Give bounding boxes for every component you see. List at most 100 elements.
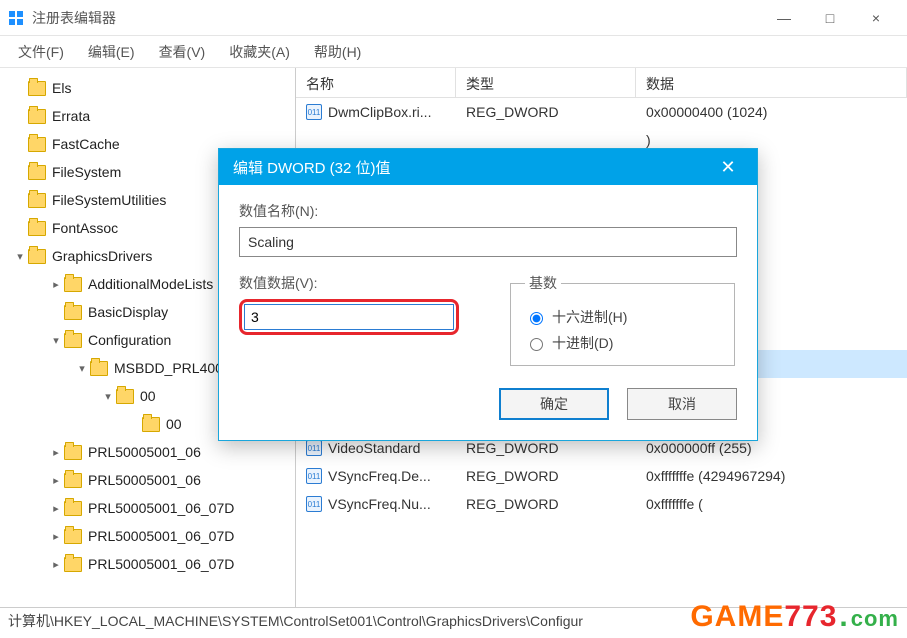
folder-icon: [64, 305, 82, 320]
tree-node-label: PRL50005001_06: [88, 444, 201, 460]
tree-node[interactable]: ▸ PRL50005001_06_07D: [0, 494, 295, 522]
cell-type: REG_DWORD: [456, 104, 636, 120]
folder-icon: [64, 557, 82, 572]
reg-binary-icon: 011: [306, 468, 322, 484]
value-data-label: 数值数据(V):: [239, 273, 468, 293]
tree-node-label: Els: [52, 80, 71, 96]
caret-icon[interactable]: ▸: [48, 502, 64, 515]
list-header: 名称 类型 数据: [296, 68, 907, 98]
tree-node[interactable]: Els: [0, 74, 295, 102]
caret-icon[interactable]: ▾: [100, 390, 116, 403]
value-name-field[interactable]: [239, 227, 737, 257]
col-data[interactable]: 数据: [636, 68, 907, 97]
reg-binary-icon: 011: [306, 440, 322, 456]
cell-type: REG_DWORD: [456, 468, 636, 484]
value-name-label: 数值名称(N):: [239, 201, 737, 221]
cancel-button[interactable]: 取消: [627, 388, 737, 420]
cell-name: 011VSyncFreq.De...: [296, 468, 456, 484]
tree-node-label: BasicDisplay: [88, 304, 168, 320]
caret-icon[interactable]: ▸: [48, 278, 64, 291]
tree-node-label: PRL50005001_06_07D: [88, 500, 234, 516]
radix-legend: 基数: [525, 273, 561, 293]
folder-icon: [28, 165, 46, 180]
ok-button[interactable]: 确定: [499, 388, 609, 420]
col-type[interactable]: 类型: [456, 68, 636, 97]
folder-icon: [64, 529, 82, 544]
menubar: 文件(F) 编辑(E) 查看(V) 收藏夹(A) 帮助(H): [0, 36, 907, 68]
tree-node-label: PRL50005001_06: [88, 472, 201, 488]
radix-dec-label: 十进制(D): [552, 333, 613, 353]
tree-node-label: Errata: [52, 108, 90, 124]
folder-icon: [28, 137, 46, 152]
caret-icon[interactable]: ▾: [48, 334, 64, 347]
tree-node-label: 00: [166, 416, 182, 432]
folder-icon: [28, 221, 46, 236]
menu-help[interactable]: 帮助(H): [304, 38, 371, 66]
folder-icon: [90, 361, 108, 376]
edit-dword-dialog: 编辑 DWORD (32 位)值 ✕ 数值名称(N): 数值数据(V): 基数 …: [218, 148, 758, 441]
dialog-title: 编辑 DWORD (32 位)值: [233, 157, 391, 178]
folder-icon: [64, 277, 82, 292]
col-name[interactable]: 名称: [296, 68, 456, 97]
tree-node-label: PRL50005001_06_07D: [88, 556, 234, 572]
reg-binary-icon: 011: [306, 104, 322, 120]
titlebar: 注册表编辑器 — □ ×: [0, 0, 907, 36]
reg-binary-icon: 011: [306, 496, 322, 512]
folder-icon: [64, 473, 82, 488]
folder-icon: [28, 249, 46, 264]
tree-node-label: FontAssoc: [52, 220, 118, 236]
caret-icon[interactable]: ▾: [74, 362, 90, 375]
dialog-titlebar: 编辑 DWORD (32 位)值 ✕: [219, 149, 757, 185]
folder-icon: [28, 81, 46, 96]
maximize-button[interactable]: □: [807, 3, 853, 33]
radix-hex-radio[interactable]: [530, 312, 543, 325]
cell-data: 0xfffffffe (4294967294): [636, 468, 907, 484]
folder-icon: [28, 193, 46, 208]
folder-icon: [28, 109, 46, 124]
tree-node[interactable]: ▸ PRL50005001_06: [0, 438, 295, 466]
table-row[interactable]: 011DwmClipBox.ri...REG_DWORD0x00000400 (…: [296, 98, 907, 126]
value-data-field[interactable]: [244, 304, 454, 330]
tree-node[interactable]: Errata: [0, 102, 295, 130]
app-icon: [8, 10, 24, 26]
minimize-button[interactable]: —: [761, 3, 807, 33]
menu-favorites[interactable]: 收藏夹(A): [219, 38, 300, 66]
tree-node-label: FileSystemUtilities: [52, 192, 166, 208]
radix-group: 基数 十六进制(H) 十进制(D): [510, 273, 735, 366]
tree-node[interactable]: ▸ PRL50005001_06_07D: [0, 522, 295, 550]
caret-icon[interactable]: ▸: [48, 558, 64, 571]
radix-dec-radio[interactable]: [530, 338, 543, 351]
close-button[interactable]: ×: [853, 3, 899, 33]
caret-icon[interactable]: ▾: [12, 250, 28, 263]
tree-node[interactable]: ▸ PRL50005001_06_07D: [0, 550, 295, 578]
menu-view[interactable]: 查看(V): [149, 38, 216, 66]
cell-data: 0xfffffffe (: [636, 496, 907, 512]
table-row[interactable]: 011VSyncFreq.De...REG_DWORD0xfffffffe (4…: [296, 462, 907, 490]
dialog-close-icon[interactable]: ✕: [713, 157, 743, 178]
cell-data: 0x00000400 (1024): [636, 104, 907, 120]
table-row[interactable]: 011VSyncFreq.Nu...REG_DWORD0xfffffffe (: [296, 490, 907, 518]
menu-edit[interactable]: 编辑(E): [78, 38, 145, 66]
cell-data: 0x000000ff (255): [636, 440, 907, 456]
caret-icon[interactable]: ▸: [48, 446, 64, 459]
folder-icon: [64, 333, 82, 348]
window-title: 注册表编辑器: [32, 8, 116, 28]
tree-node-label: PRL50005001_06_07D: [88, 528, 234, 544]
cell-type: REG_DWORD: [456, 440, 636, 456]
tree-node-label: MSBDD_PRL400: [114, 360, 223, 376]
folder-icon: [142, 417, 160, 432]
cell-data: ): [636, 132, 907, 148]
menu-file[interactable]: 文件(F): [8, 38, 74, 66]
caret-icon[interactable]: ▸: [48, 474, 64, 487]
watermark: GAME773.com: [690, 600, 899, 634]
caret-icon[interactable]: ▸: [48, 530, 64, 543]
tree-node-label: 00: [140, 388, 156, 404]
radix-hex-label: 十六进制(H): [552, 307, 627, 327]
tree-node-label: Configuration: [88, 332, 171, 348]
tree-node-label: AdditionalModeLists: [88, 276, 213, 292]
cell-name: 011DwmClipBox.ri...: [296, 104, 456, 120]
tree-node-label: FastCache: [52, 136, 120, 152]
cell-name: 011VideoStandard: [296, 440, 456, 456]
cell-type: REG_DWORD: [456, 496, 636, 512]
tree-node[interactable]: ▸ PRL50005001_06: [0, 466, 295, 494]
